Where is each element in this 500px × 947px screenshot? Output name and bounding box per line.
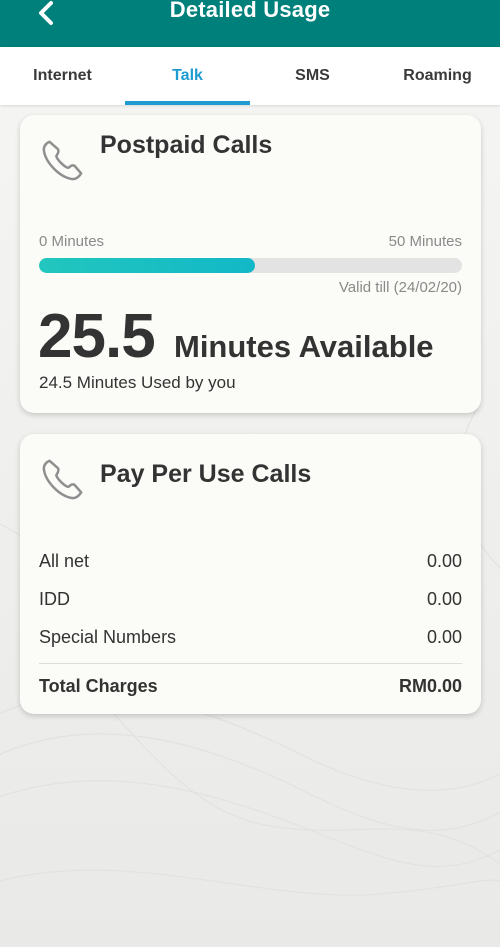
card-title: Postpaid Calls: [100, 131, 273, 159]
available-minutes-value: 25.5: [38, 302, 156, 371]
card-title: Pay Per Use Calls: [100, 460, 312, 488]
total-charges-row: Total Charges RM0.00: [39, 667, 462, 705]
charge-value: 0.00: [426, 550, 462, 571]
charge-row-special-numbers: Special Numbers 0.00: [39, 618, 462, 656]
tab-roaming[interactable]: Roaming: [375, 47, 500, 105]
tab-internet[interactable]: Internet: [0, 47, 125, 105]
charge-label: Special Numbers: [39, 626, 177, 647]
range-min-label: 0 Minutes: [39, 233, 105, 250]
used-minutes-text: 24.5 Minutes Used by you: [39, 373, 236, 392]
tab-talk[interactable]: Talk: [125, 47, 250, 105]
charge-label: IDD: [39, 588, 70, 609]
total-label: Total Charges: [39, 675, 158, 696]
charge-label: All net: [39, 550, 90, 571]
page-title: Detailed Usage: [169, 0, 331, 22]
usage-progress-bar: [39, 258, 462, 273]
tab-sms[interactable]: SMS: [250, 47, 375, 105]
pay-per-use-card: Pay Per Use Calls All net 0.00 IDD 0.00 …: [20, 434, 481, 714]
usage-progress-fill: [39, 258, 255, 273]
divider: [39, 663, 462, 664]
charge-value: 0.00: [426, 588, 462, 609]
valid-till-text: Valid till (24/02/20): [338, 279, 462, 296]
available-minutes-label: Minutes Available: [174, 329, 434, 364]
total-value: RM0.00: [398, 675, 462, 696]
charge-row-idd: IDD 0.00: [39, 580, 462, 618]
phone-icon: [42, 140, 83, 181]
charge-row-all-net: All net 0.00: [39, 542, 462, 580]
charge-value: 0.00: [426, 626, 462, 647]
charges-list: All net 0.00 IDD 0.00 Special Numbers 0.…: [39, 542, 462, 705]
range-max-label: 50 Minutes: [388, 233, 462, 250]
app-header: Detailed Usage: [0, 0, 500, 47]
tab-bar: Internet Talk SMS Roaming: [0, 47, 500, 105]
postpaid-calls-card: Postpaid Calls 0 Minutes 50 Minutes Vali…: [20, 115, 481, 413]
phone-icon: [42, 459, 83, 500]
